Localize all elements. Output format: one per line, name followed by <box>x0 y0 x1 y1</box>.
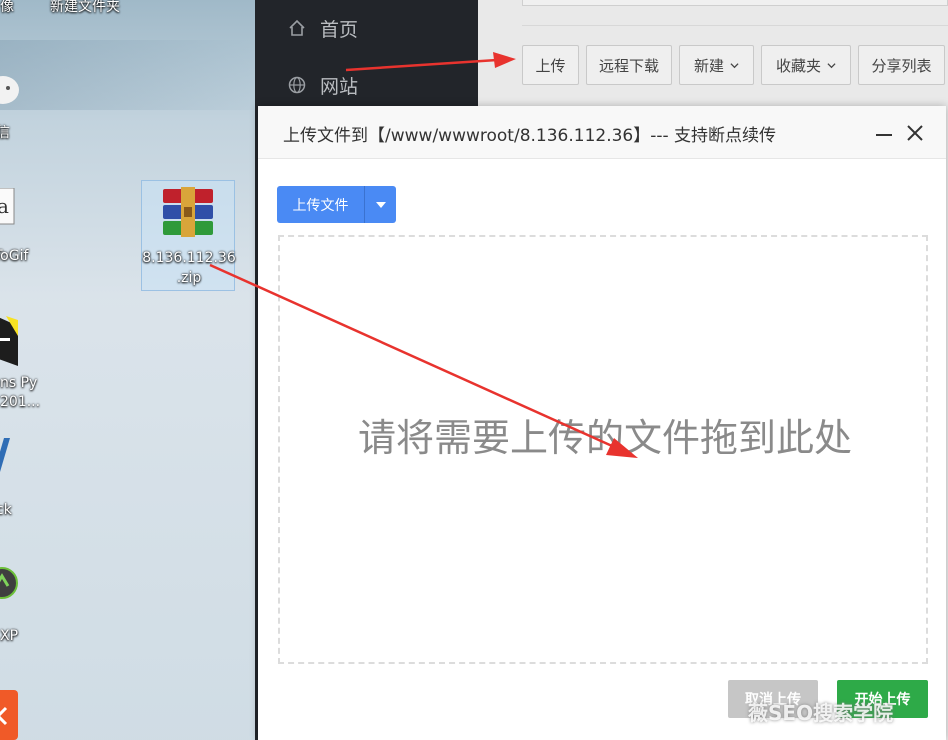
app-icon[interactable] <box>0 438 18 472</box>
share-list-button[interactable]: 分享列表 <box>858 45 945 85</box>
upload-options-dropdown[interactable] <box>364 186 396 223</box>
zip-file-name-line1: 8.136.112.36 <box>142 250 236 266</box>
upload-file-button[interactable]: 上传文件 <box>277 186 364 223</box>
watermark-text: 薇SEO搜索学院 <box>748 701 894 725</box>
new-label: 新建 <box>693 56 724 75</box>
favorites-label: 收藏夹 <box>775 56 821 75</box>
chevron-down-icon <box>827 62 836 68</box>
upload-dialog: 上传文件到【/www/wwwroot/8.136.112.36】--- 支持断点… <box>258 106 946 740</box>
dialog-header: 上传文件到【/www/wwwroot/8.136.112.36】--- 支持断点… <box>258 106 946 159</box>
desktop-item-label-ck: ck <box>0 502 12 518</box>
app-round-icon[interactable] <box>0 566 18 600</box>
desktop-item-label-xp: XP <box>0 628 19 644</box>
desktop-top-label-2[interactable]: 新建文件夹 <box>50 0 120 16</box>
svg-text:a: a <box>0 194 9 218</box>
desktop-background: 像 新建文件夹 信 a ToGif ns Py 201... ck XP <box>0 0 255 740</box>
remote-download-button[interactable]: 远程下载 <box>586 45 672 85</box>
chevron-down-icon <box>730 62 739 68</box>
dialog-title: 上传文件到【/www/wwwroot/8.136.112.36】--- 支持断点… <box>283 126 777 146</box>
desktop-top-label-1: 像 <box>0 0 14 15</box>
upload-button-label: 上传 <box>535 56 566 75</box>
share-list-label: 分享列表 <box>871 56 932 75</box>
app-orange-icon[interactable] <box>0 690 18 740</box>
nav-item-website-label: 网站 <box>320 75 359 98</box>
zip-file-item[interactable]: 8.136.112.36 .zip <box>141 180 236 291</box>
upload-file-button-group: 上传文件 <box>277 186 396 223</box>
winrar-archive-icon <box>163 187 213 237</box>
desktop-item-label-togif: ToGif <box>0 248 29 264</box>
nav-item-home[interactable]: 首页 <box>287 13 358 43</box>
caret-down-icon <box>375 201 386 208</box>
close-icon[interactable] <box>905 123 925 143</box>
globe-icon <box>287 75 307 95</box>
favorites-dropdown-button[interactable]: 收藏夹 <box>761 45 851 85</box>
minimize-icon[interactable] <box>874 123 894 143</box>
nav-item-website[interactable]: 网站 <box>287 70 358 100</box>
desktop-item-label-wechat: 信 <box>0 125 10 141</box>
remote-download-label: 远程下载 <box>598 56 659 75</box>
nav-item-home-label: 首页 <box>320 18 359 41</box>
zip-file-name-line2: .zip <box>176 270 202 286</box>
home-icon <box>287 18 307 38</box>
upload-button[interactable]: 上传 <box>522 45 579 85</box>
file-drop-zone[interactable]: 请将需要上传的文件拖到此处 <box>278 235 928 664</box>
new-dropdown-button[interactable]: 新建 <box>679 45 754 85</box>
drop-zone-hint: 请将需要上传的文件拖到此处 <box>357 416 852 460</box>
jetbrains-icon[interactable] <box>0 316 18 366</box>
screentogif-icon[interactable]: a <box>0 188 18 228</box>
desktop-item-label-jetbrains: ns Py 201... <box>0 375 41 410</box>
wechat-icon[interactable] <box>0 72 20 112</box>
